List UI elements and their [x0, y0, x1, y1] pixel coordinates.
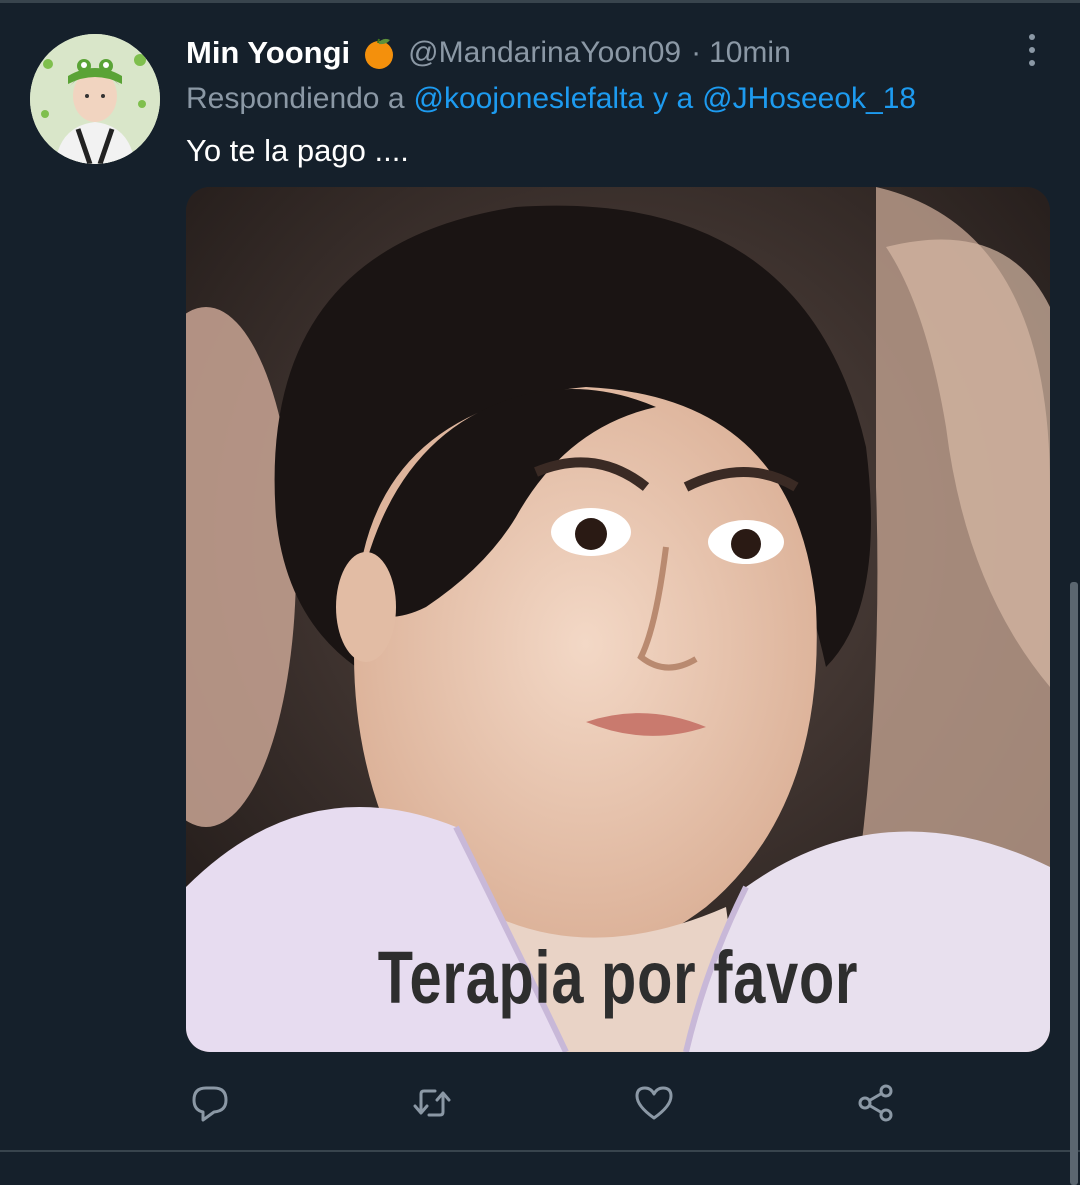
- orange-emoji-icon: [362, 36, 396, 70]
- tweet-actions-bar: [0, 1082, 1080, 1124]
- author-handle[interactable]: @MandarinaYoon09: [408, 36, 681, 70]
- more-dot-icon: [1029, 34, 1035, 40]
- meme-photo: [186, 187, 1050, 1052]
- more-dot-icon: [1029, 60, 1035, 66]
- mention-link[interactable]: @JHoseeok_18: [702, 82, 916, 116]
- mention-link[interactable]: @koojoneslefalta: [414, 82, 645, 116]
- timestamp[interactable]: 10min: [709, 36, 791, 70]
- more-dot-icon: [1029, 47, 1035, 53]
- top-divider: [0, 0, 1080, 3]
- meme-caption: Terapia por favor: [377, 936, 859, 1019]
- like-button[interactable]: [633, 1082, 675, 1124]
- reply-icon: [192, 1086, 228, 1122]
- share-button[interactable]: [855, 1082, 897, 1124]
- reply-conjunction[interactable]: y a: [653, 82, 693, 116]
- heart-icon: [635, 1086, 673, 1120]
- tweet-media-image[interactable]: Terapia por favor: [186, 187, 1050, 1052]
- reply-context: Respondiendo a @koojoneslefalta y a @JHo…: [186, 78, 916, 120]
- tweet-text: Yo te la pago ....: [186, 133, 409, 168]
- avatar[interactable]: [30, 34, 160, 164]
- avatar-image: [30, 34, 160, 164]
- retweet-button[interactable]: [411, 1082, 453, 1124]
- bottom-divider: [0, 1150, 1080, 1152]
- tweet-header: Min Yoongi @MandarinaYoon09 · 10min: [186, 30, 791, 76]
- separator-dot: ·: [691, 36, 702, 69]
- scrollbar[interactable]: [1070, 582, 1078, 1185]
- retweet-icon: [413, 1089, 451, 1117]
- share-icon: [858, 1084, 893, 1122]
- display-name[interactable]: Min Yoongi: [186, 35, 350, 71]
- reply-prefix: Respondiendo a: [186, 82, 405, 115]
- reply-button[interactable]: [189, 1082, 231, 1124]
- more-options-button[interactable]: [1012, 30, 1052, 70]
